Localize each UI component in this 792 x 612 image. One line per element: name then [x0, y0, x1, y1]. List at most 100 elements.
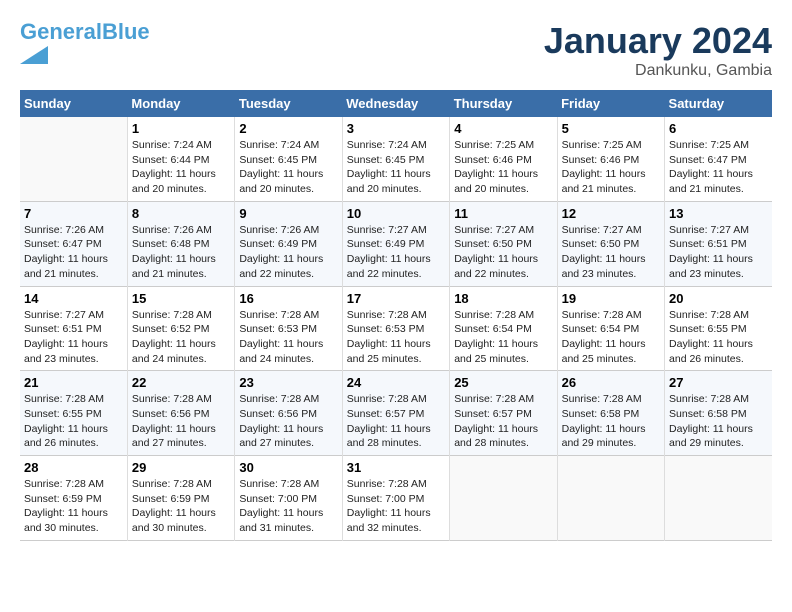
day-number: 28 [24, 460, 123, 475]
cell-content: Sunrise: 7:26 AM Sunset: 6:49 PM Dayligh… [239, 223, 337, 282]
calendar-cell: 18 Sunrise: 7:28 AM Sunset: 6:54 PM Dayli… [450, 286, 557, 371]
calendar-cell: 14Sunrise: 7:27 AM Sunset: 6:51 PM Dayli… [20, 286, 127, 371]
calendar-cell: 20 Sunrise: 7:28 AM Sunset: 6:55 PM Dayli… [665, 286, 772, 371]
cell-content: Sunrise: 7:28 AM Sunset: 6:52 PM Dayligh… [132, 308, 230, 367]
day-number: 10 [347, 206, 445, 221]
cell-content: Sunrise: 7:27 AM Sunset: 6:51 PM Dayligh… [669, 223, 768, 282]
day-number: 12 [562, 206, 660, 221]
day-number: 15 [132, 291, 230, 306]
logo-text: GeneralBlue [20, 20, 150, 44]
logo-blue: Blue [102, 19, 150, 44]
weekday-header: Friday [557, 90, 664, 117]
logo: GeneralBlue [20, 20, 150, 64]
cell-content: Sunrise: 7:28 AM Sunset: 6:59 PM Dayligh… [132, 477, 230, 536]
title-block: January 2024 Dankunku, Gambia [544, 20, 772, 80]
cell-content: Sunrise: 7:28 AM Sunset: 6:53 PM Dayligh… [347, 308, 445, 367]
page-header: GeneralBlue January 2024 Dankunku, Gambi… [20, 20, 772, 80]
weekday-header: Saturday [665, 90, 772, 117]
day-number: 9 [239, 206, 337, 221]
calendar-cell [665, 456, 772, 541]
day-number: 13 [669, 206, 768, 221]
cell-content: Sunrise: 7:28 AM Sunset: 6:58 PM Dayligh… [669, 392, 768, 451]
cell-content: Sunrise: 7:28 AM Sunset: 6:56 PM Dayligh… [239, 392, 337, 451]
weekday-header: Wednesday [342, 90, 449, 117]
calendar-week-row: 14Sunrise: 7:27 AM Sunset: 6:51 PM Dayli… [20, 286, 772, 371]
day-number: 31 [347, 460, 445, 475]
day-number: 5 [562, 121, 660, 136]
cell-content: Sunrise: 7:25 AM Sunset: 6:46 PM Dayligh… [562, 138, 660, 197]
cell-content: Sunrise: 7:28 AM Sunset: 6:59 PM Dayligh… [24, 477, 123, 536]
weekday-header: Thursday [450, 90, 557, 117]
day-number: 20 [669, 291, 768, 306]
calendar-cell: 28 Sunrise: 7:28 AM Sunset: 6:59 PM Dayli… [20, 456, 127, 541]
weekday-header: Monday [127, 90, 234, 117]
day-number: 30 [239, 460, 337, 475]
calendar-cell: 17 Sunrise: 7:28 AM Sunset: 6:53 PM Dayli… [342, 286, 449, 371]
cell-content: Sunrise: 7:28 AM Sunset: 6:55 PM Dayligh… [669, 308, 768, 367]
logo-general: General [20, 19, 102, 44]
calendar-cell: 30 Sunrise: 7:28 AM Sunset: 7:00 PM Dayli… [235, 456, 342, 541]
day-number: 16 [239, 291, 337, 306]
day-number: 4 [454, 121, 552, 136]
calendar-cell: 4 Sunrise: 7:25 AM Sunset: 6:46 PM Daylig… [450, 117, 557, 201]
calendar-cell: 12 Sunrise: 7:27 AM Sunset: 6:50 PM Dayli… [557, 201, 664, 286]
cell-content: Sunrise: 7:26 AM Sunset: 6:47 PM Dayligh… [24, 223, 123, 282]
calendar-cell: 11Sunrise: 7:27 AM Sunset: 6:50 PM Dayli… [450, 201, 557, 286]
cell-content: Sunrise: 7:27 AM Sunset: 6:49 PM Dayligh… [347, 223, 445, 282]
calendar-cell: 7 Sunrise: 7:26 AM Sunset: 6:47 PM Daylig… [20, 201, 127, 286]
cell-content: Sunrise: 7:25 AM Sunset: 6:47 PM Dayligh… [669, 138, 768, 197]
calendar-week-row: 21 Sunrise: 7:28 AM Sunset: 6:55 PM Dayli… [20, 371, 772, 456]
cell-content: Sunrise: 7:28 AM Sunset: 6:54 PM Dayligh… [454, 308, 552, 367]
day-number: 23 [239, 375, 337, 390]
day-number: 1 [132, 121, 230, 136]
cell-content: Sunrise: 7:28 AM Sunset: 7:00 PM Dayligh… [239, 477, 337, 536]
day-number: 18 [454, 291, 552, 306]
day-number: 14 [24, 291, 123, 306]
calendar-cell: 10 Sunrise: 7:27 AM Sunset: 6:49 PM Dayli… [342, 201, 449, 286]
calendar-cell: 5 Sunrise: 7:25 AM Sunset: 6:46 PM Daylig… [557, 117, 664, 201]
weekday-header: Tuesday [235, 90, 342, 117]
cell-content: Sunrise: 7:24 AM Sunset: 6:44 PM Dayligh… [132, 138, 230, 197]
day-number: 19 [562, 291, 660, 306]
cell-content: Sunrise: 7:28 AM Sunset: 6:53 PM Dayligh… [239, 308, 337, 367]
calendar-cell [450, 456, 557, 541]
calendar-week-row: 28 Sunrise: 7:28 AM Sunset: 6:59 PM Dayli… [20, 456, 772, 541]
calendar-week-row: 7 Sunrise: 7:26 AM Sunset: 6:47 PM Daylig… [20, 201, 772, 286]
calendar-cell: 3Sunrise: 7:24 AM Sunset: 6:45 PM Daylig… [342, 117, 449, 201]
calendar-cell: 2Sunrise: 7:24 AM Sunset: 6:45 PM Daylig… [235, 117, 342, 201]
calendar-cell: 26Sunrise: 7:28 AM Sunset: 6:58 PM Dayli… [557, 371, 664, 456]
cell-content: Sunrise: 7:27 AM Sunset: 6:50 PM Dayligh… [562, 223, 660, 282]
calendar-cell: 1 Sunrise: 7:24 AM Sunset: 6:44 PM Daylig… [127, 117, 234, 201]
calendar-cell: 8Sunrise: 7:26 AM Sunset: 6:48 PM Daylig… [127, 201, 234, 286]
cell-content: Sunrise: 7:28 AM Sunset: 6:54 PM Dayligh… [562, 308, 660, 367]
calendar-cell [557, 456, 664, 541]
day-number: 2 [239, 121, 337, 136]
calendar-cell: 13 Sunrise: 7:27 AM Sunset: 6:51 PM Dayli… [665, 201, 772, 286]
calendar-body: 1 Sunrise: 7:24 AM Sunset: 6:44 PM Daylig… [20, 117, 772, 540]
calendar-cell: 22Sunrise: 7:28 AM Sunset: 6:56 PM Dayli… [127, 371, 234, 456]
calendar-cell [20, 117, 127, 201]
day-number: 21 [24, 375, 123, 390]
cell-content: Sunrise: 7:28 AM Sunset: 6:57 PM Dayligh… [454, 392, 552, 451]
day-number: 17 [347, 291, 445, 306]
day-number: 25 [454, 375, 552, 390]
logo-icon [20, 46, 48, 64]
calendar-cell: 6 Sunrise: 7:25 AM Sunset: 6:47 PM Daylig… [665, 117, 772, 201]
cell-content: Sunrise: 7:28 AM Sunset: 6:56 PM Dayligh… [132, 392, 230, 451]
calendar-cell: 31Sunrise: 7:28 AM Sunset: 7:00 PM Dayli… [342, 456, 449, 541]
cell-content: Sunrise: 7:25 AM Sunset: 6:46 PM Dayligh… [454, 138, 552, 197]
calendar-cell: 27Sunrise: 7:28 AM Sunset: 6:58 PM Dayli… [665, 371, 772, 456]
location: Dankunku, Gambia [544, 62, 772, 80]
calendar-cell: 16 Sunrise: 7:28 AM Sunset: 6:53 PM Dayli… [235, 286, 342, 371]
day-number: 26 [562, 375, 660, 390]
cell-content: Sunrise: 7:26 AM Sunset: 6:48 PM Dayligh… [132, 223, 230, 282]
day-number: 29 [132, 460, 230, 475]
calendar-header: SundayMondayTuesdayWednesdayThursdayFrid… [20, 90, 772, 117]
calendar-cell: 9 Sunrise: 7:26 AM Sunset: 6:49 PM Daylig… [235, 201, 342, 286]
day-number: 3 [347, 121, 445, 136]
calendar-cell: 23 Sunrise: 7:28 AM Sunset: 6:56 PM Dayli… [235, 371, 342, 456]
day-number: 6 [669, 121, 768, 136]
day-number: 24 [347, 375, 445, 390]
cell-content: Sunrise: 7:28 AM Sunset: 6:55 PM Dayligh… [24, 392, 123, 451]
day-number: 7 [24, 206, 123, 221]
